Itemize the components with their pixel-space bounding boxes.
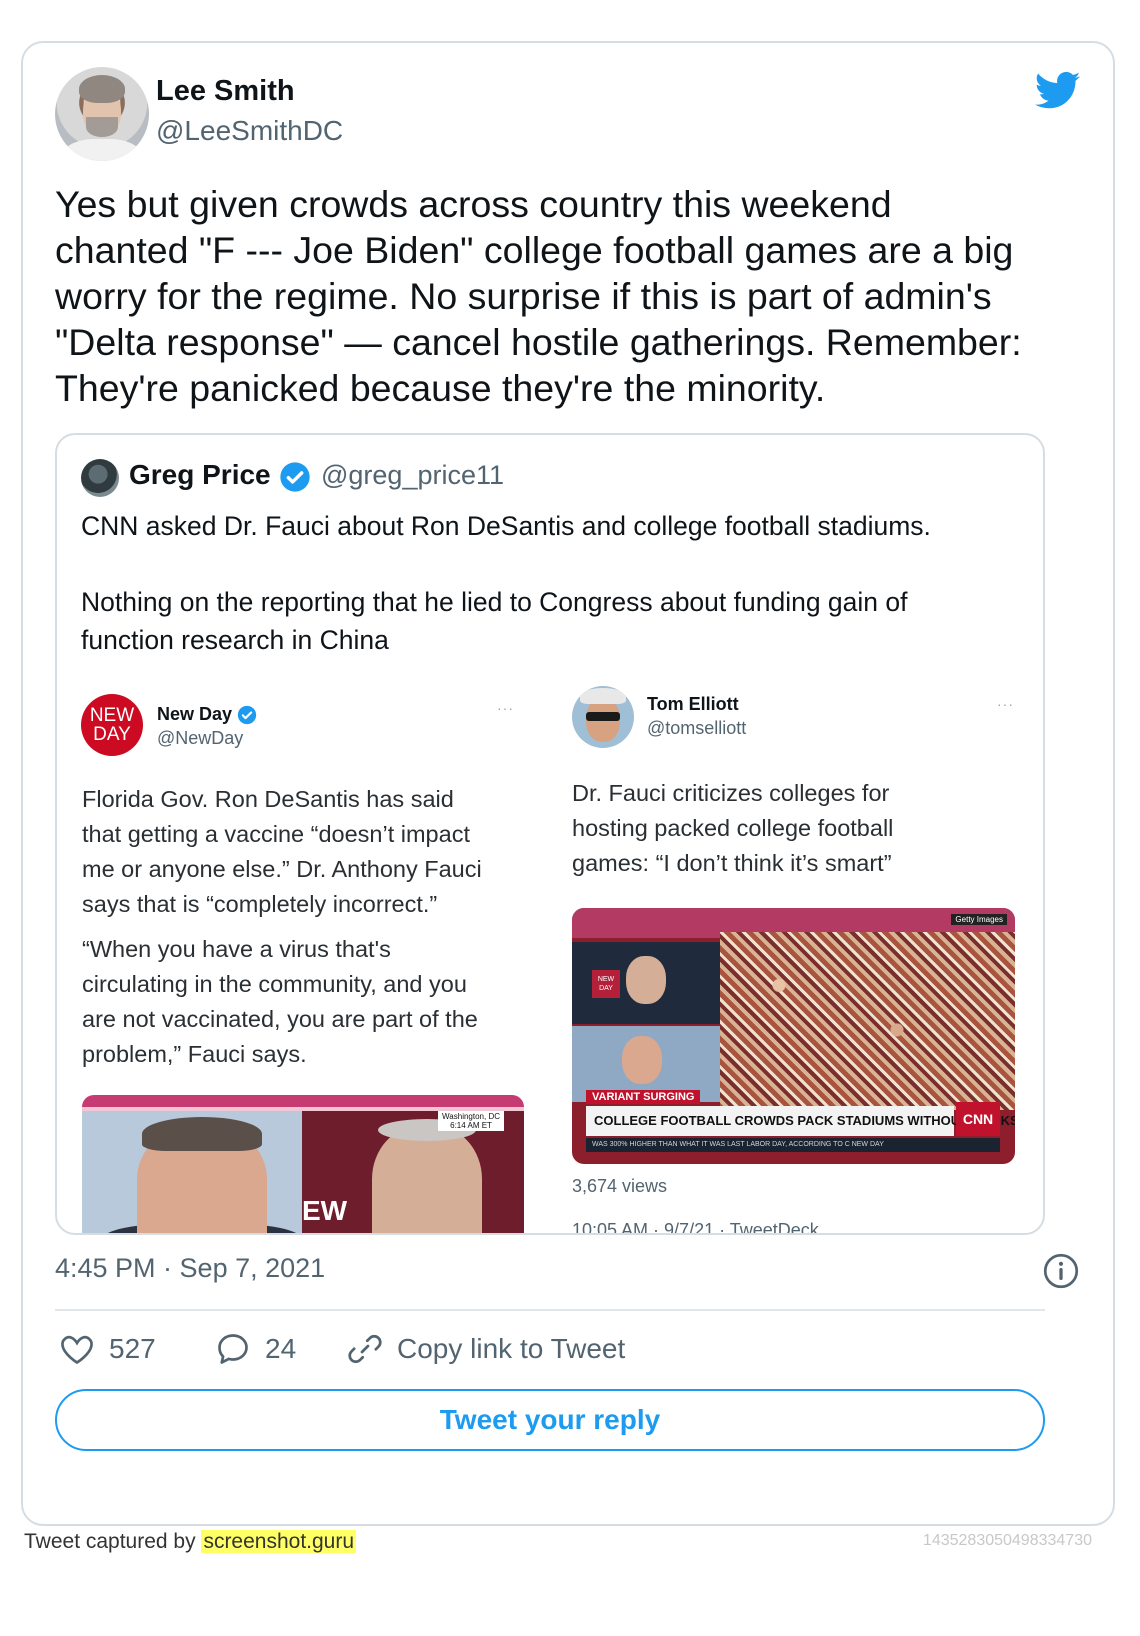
quoted-author-avatar [81, 459, 119, 497]
tom-elliott-timestamp: 10:05 AM · 9/7/21 · TweetDeck [572, 1220, 819, 1235]
tweet-text-line: "Delta response" — cancel hostile gather… [55, 321, 1022, 363]
twitter-bird-icon[interactable] [1035, 71, 1081, 111]
like-button[interactable]: 527 [59, 1327, 156, 1371]
tweet-text-line: chanted "F --- Joe Biden" college footba… [55, 229, 1014, 271]
newday-quote-line: problem,” Fauci says. [82, 1041, 307, 1067]
tweet-text: Yes but given crowds across country this… [55, 181, 1095, 411]
cnn-video-thumbnail: Getty Images NEW DAY VARIANT SURGING COL… [572, 908, 1015, 1164]
action-bar: 527 24 Copy link to Tweet [55, 1327, 1045, 1377]
quoted-text-line: function research in China [81, 625, 389, 655]
divider [55, 1309, 1045, 1311]
newday-body-line: me or anyone else.” Dr. Anthony Fauci [82, 856, 482, 882]
avatar-sunglasses [586, 712, 620, 721]
fauci-face [626, 956, 666, 1004]
copy-link-label: Copy link to Tweet [397, 1333, 626, 1364]
quoted-tweet[interactable]: Greg Price @greg_price11 CNN asked Dr. F… [55, 433, 1045, 1235]
author-handle[interactable]: @LeeSmithDC [156, 115, 343, 147]
more-dots-icon: ··· [497, 700, 514, 716]
capture-credit: Tweet captured by screenshot.guru [24, 1530, 357, 1554]
quoted-author-name: Greg Price [129, 459, 271, 490]
tom-elliott-handle: @tomselliott [647, 718, 747, 738]
quoted-text-line: CNN asked Dr. Fauci about Ron DeSantis a… [81, 511, 931, 541]
link-icon [348, 1335, 382, 1363]
verified-badge-icon [237, 705, 257, 725]
embedded-screenshot-tom-elliott[interactable]: Tom Elliott @tomselliott ··· Dr. Fauci c… [572, 680, 1027, 1235]
news-ticker: WAS 300% HIGHER THAN WHAT IT WAS LAST LA… [586, 1138, 1000, 1152]
tweet-timestamp[interactable]: 4:45 PM · Sep 7, 2021 [55, 1253, 325, 1284]
like-count: 527 [109, 1333, 156, 1364]
newday-handle: @NewDay [157, 728, 244, 748]
quoted-text: CNN asked Dr. Fauci about Ron DeSantis a… [81, 507, 1021, 659]
author-name[interactable]: Lee Smith [156, 75, 295, 108]
tweet-text-line: worry for the regime. No surprise if thi… [55, 275, 992, 317]
newday-body: Florida Gov. Ron DeSantis has said that … [82, 782, 532, 1072]
tom-elliott-body: Dr. Fauci criticizes colleges for hostin… [572, 776, 1022, 881]
embedded-screenshot-newday[interactable]: NEW DAY New Day @NewDay ··· Florida Gov.… [77, 680, 532, 1233]
video-logo-fragment: EW [302, 1195, 348, 1226]
video-location: Washington, DC [442, 1112, 500, 1121]
fauci-face [372, 1125, 482, 1233]
tweet-text-line: Yes but given crowds across country this… [55, 183, 892, 225]
copy-link-button[interactable]: Copy link to Tweet [347, 1327, 625, 1371]
fauci-inset: NEW DAY [572, 942, 720, 1024]
newday-body-line: that getting a vaccine “doesn’t impact [82, 821, 470, 847]
chyron-label: VARIANT SURGING [586, 1090, 701, 1104]
tweet-card: Lee Smith @LeeSmithDC Yes but given crow… [21, 41, 1115, 1526]
tom-elliott-body-line: games: “I don’t think it’s smart” [572, 850, 892, 876]
author-avatar[interactable] [55, 67, 149, 161]
tom-elliott-body-line: Dr. Fauci criticizes colleges for [572, 780, 890, 806]
avatar-beard [86, 117, 118, 137]
avatar-shirt [63, 139, 141, 161]
newday-quote-line: “When you have a virus that's [82, 936, 391, 962]
tweet-text-line: They're panicked because they're the min… [55, 367, 826, 409]
avatar-hair [79, 75, 125, 103]
newday-logo-line: DAY [93, 724, 131, 745]
newday-logo: NEW DAY [81, 694, 143, 756]
quoted-text-line: Nothing on the reporting that he lied to… [81, 587, 908, 617]
newday-video-thumbnail: Washington, DC 6:14 AM ET EW [82, 1095, 524, 1233]
reply-count: 24 [265, 1333, 297, 1364]
getty-images-credit: Getty Images [951, 914, 1007, 925]
video-time: 6:14 AM ET [450, 1121, 492, 1130]
newday-body-line: Florida Gov. Ron DeSantis has said [82, 786, 454, 812]
view-count: 3,674 views [572, 1176, 668, 1196]
anchor-hair [142, 1117, 262, 1151]
info-icon[interactable] [1043, 1253, 1079, 1289]
quoted-author-handle: @greg_price11 [321, 460, 505, 490]
newday-name: New Day [157, 704, 233, 724]
cnn-logo: CNN [956, 1102, 1000, 1136]
tweet-your-reply-button[interactable]: Tweet your reply [55, 1389, 1045, 1451]
video-location-badge: Washington, DC 6:14 AM ET [438, 1111, 504, 1131]
newday-mini-logo: NEW DAY [592, 970, 620, 998]
tom-elliott-avatar [572, 686, 634, 748]
newday-logo-line: NEW [89, 705, 135, 726]
chyron-headline: COLLEGE FOOTBALL CROWDS PACK STADIUMS WI… [586, 1106, 1015, 1136]
avatar-cap [580, 688, 626, 704]
tom-elliott-name: Tom Elliott [647, 694, 739, 714]
stadium-crowd-image [720, 932, 1015, 1110]
verified-badge-icon [280, 462, 310, 492]
newday-body-line: says that is “completely incorrect.” [82, 891, 438, 917]
more-dots-icon: ··· [997, 696, 1014, 712]
capture-credit-text: Tweet captured by [24, 1530, 202, 1553]
tweet-id: 1435283050498334730 [922, 1532, 1092, 1549]
screenshot-guru-link[interactable]: screenshot.guru [201, 1530, 357, 1553]
tom-elliott-body-line: hosting packed college football [572, 815, 894, 841]
reply-button[interactable]: 24 [215, 1327, 296, 1371]
newday-quote-line: are not vaccinated, you are part of the [82, 1006, 478, 1032]
anchor-face [622, 1036, 662, 1084]
speech-bubble-icon [218, 1334, 248, 1364]
heart-icon [61, 1335, 93, 1365]
newday-quote-line: circulating in the community, and you [82, 971, 467, 997]
